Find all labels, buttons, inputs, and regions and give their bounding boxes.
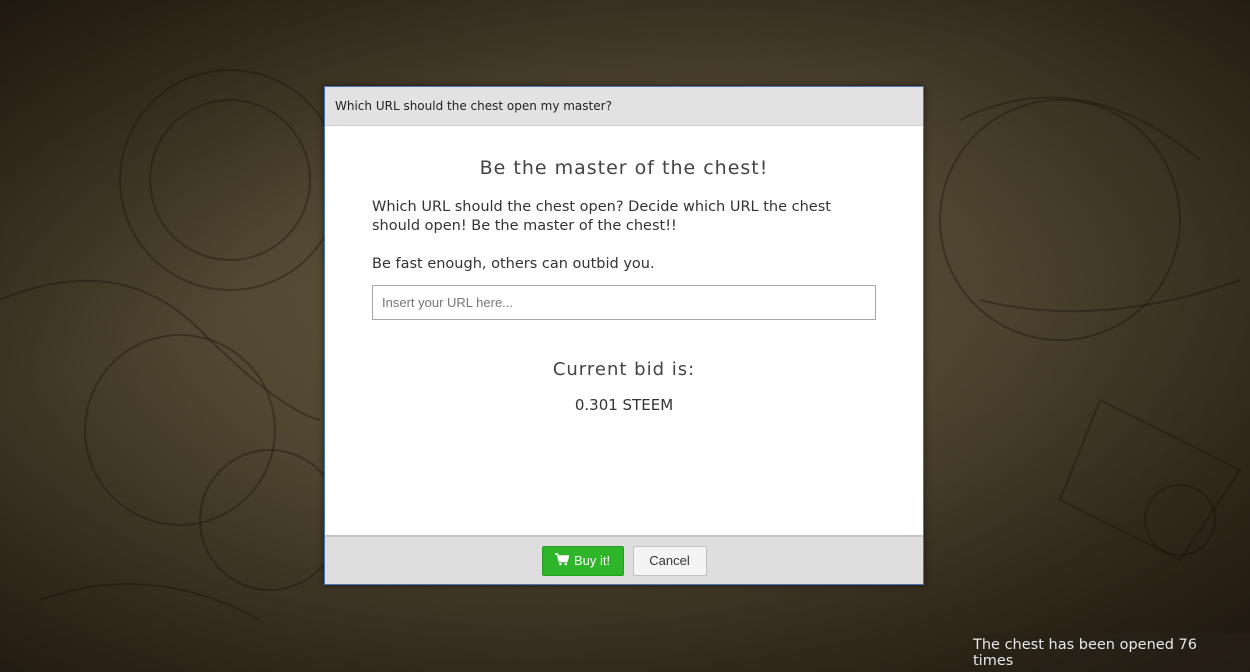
warning-text: Be fast enough, others can outbid you.: [372, 256, 655, 272]
bid-dialog: Which URL should the chest open my maste…: [324, 86, 924, 585]
cancel-button[interactable]: Cancel: [632, 545, 707, 576]
description-text: Which URL should the chest open? Decide …: [372, 199, 831, 234]
open-counter: The chest has been opened 76 times: [973, 633, 1250, 672]
current-bid-label: Current bid is:: [552, 359, 696, 380]
heading: Be the master of the chest!: [479, 157, 769, 179]
dialog-header: Which URL should the chest open my maste…: [325, 87, 923, 126]
cancel-button-label: Cancel: [649, 553, 690, 568]
buy-button-label: Buy it!: [573, 553, 611, 568]
open-counter-text: The chest has been opened 76 times: [973, 636, 1197, 669]
current-bid-value: 0.301 STEEM: [574, 396, 674, 414]
url-input[interactable]: [372, 285, 876, 320]
dialog-footer: Buy it! Cancel: [325, 535, 923, 584]
dialog-title: Which URL should the chest open my maste…: [335, 99, 612, 113]
shopping-cart-icon: [554, 552, 570, 569]
buy-button[interactable]: Buy it!: [541, 545, 624, 576]
dialog-body: Be the master of the chest! Which URL sh…: [325, 126, 923, 536]
